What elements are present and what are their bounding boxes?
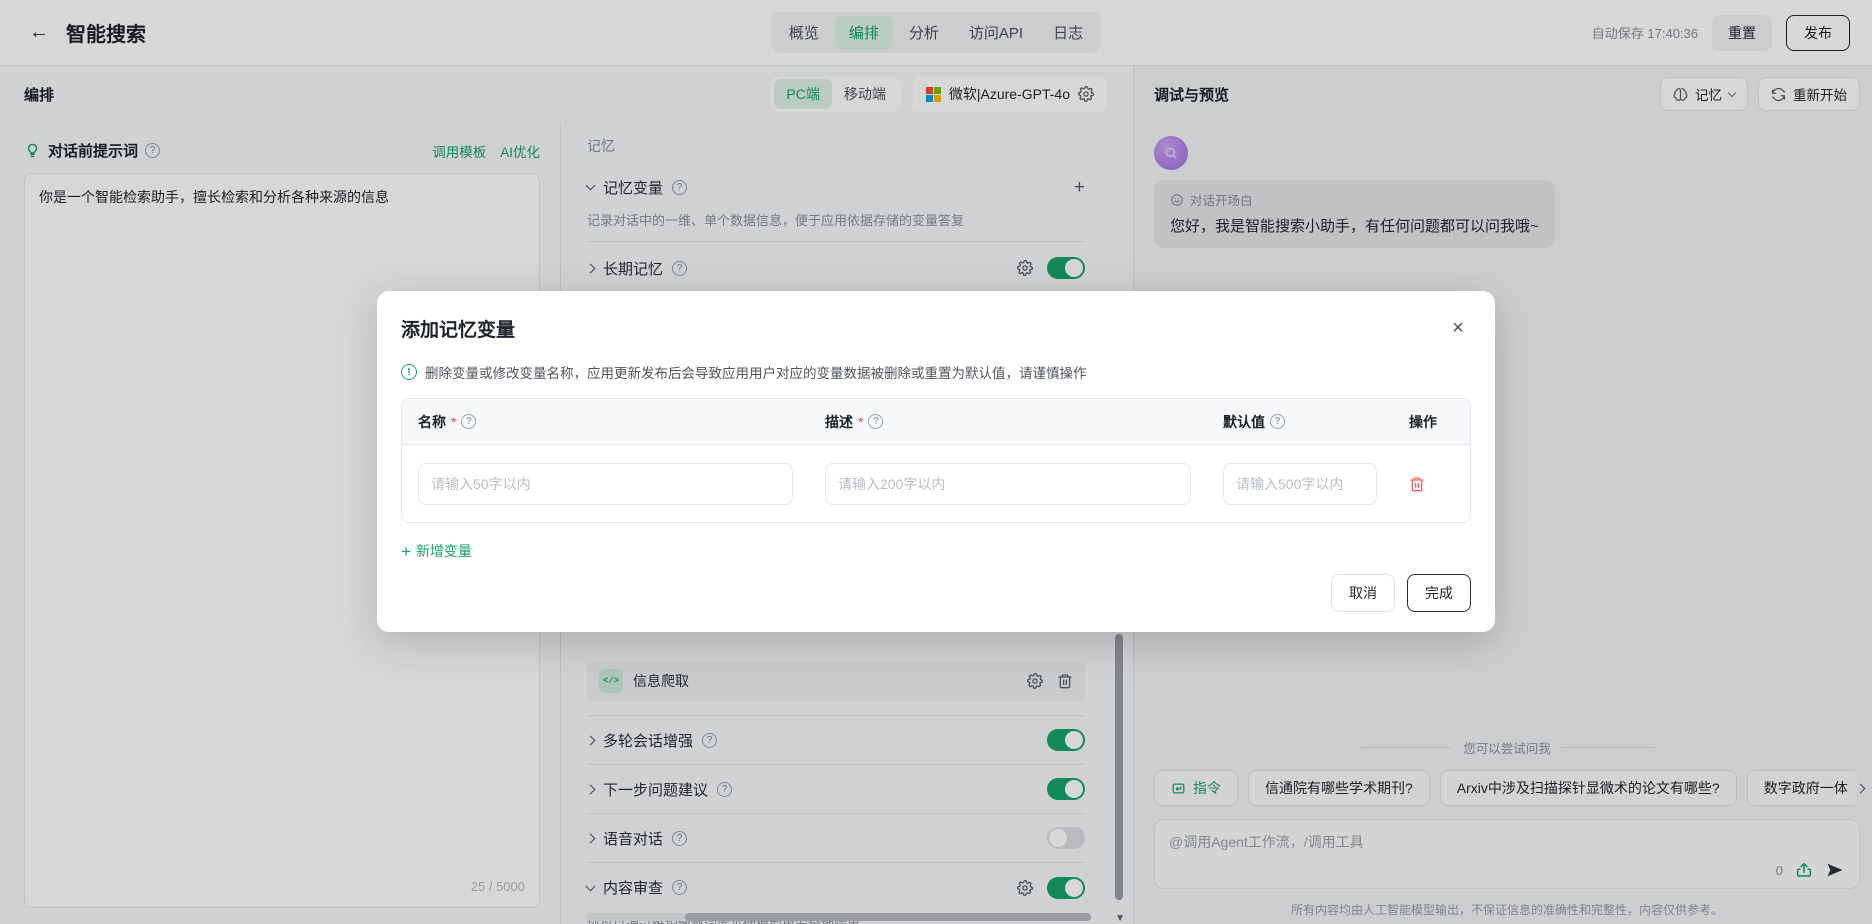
table-row	[402, 444, 1470, 522]
variable-name-input[interactable]	[418, 463, 793, 505]
confirm-button[interactable]: 完成	[1407, 574, 1471, 612]
close-icon[interactable]: ×	[1445, 315, 1471, 341]
modal-title: 添加记忆变量	[401, 315, 515, 342]
app-window: ← 智能搜索 概览 编排 分析 访问API 日志 自动保存 17:40:36 重…	[0, 0, 1872, 924]
add-memory-variable-modal: 添加记忆变量 × ! 删除变量或修改变量名称，应用更新发布后会导致应用用户对应的…	[377, 291, 1495, 632]
plus-icon: +	[401, 543, 411, 560]
column-name: 名称	[418, 412, 446, 432]
variable-default-input[interactable]	[1223, 463, 1377, 505]
column-default: 默认值	[1223, 412, 1265, 432]
required-asterisk: *	[451, 414, 456, 430]
name-help-icon[interactable]: ?	[461, 414, 476, 429]
modal-warning-text: 删除变量或修改变量名称，应用更新发布后会导致应用用户对应的变量数据被删除或重置为…	[425, 362, 1087, 382]
column-desc: 描述	[825, 412, 853, 432]
delete-row-icon[interactable]	[1409, 476, 1425, 492]
variable-desc-input[interactable]	[825, 463, 1191, 505]
required-asterisk: *	[858, 414, 863, 430]
desc-help-icon[interactable]: ?	[868, 414, 883, 429]
default-help-icon[interactable]: ?	[1270, 414, 1285, 429]
add-variable-link[interactable]: + 新增变量	[401, 541, 472, 561]
variables-table: 名称 *? 描述 *? 默认值? 操作	[401, 398, 1471, 523]
table-header-row: 名称 *? 描述 *? 默认值? 操作	[402, 399, 1470, 444]
column-action: 操作	[1409, 412, 1437, 432]
cancel-button[interactable]: 取消	[1331, 574, 1395, 612]
info-icon: !	[401, 364, 417, 380]
add-variable-label: 新增变量	[416, 541, 472, 561]
